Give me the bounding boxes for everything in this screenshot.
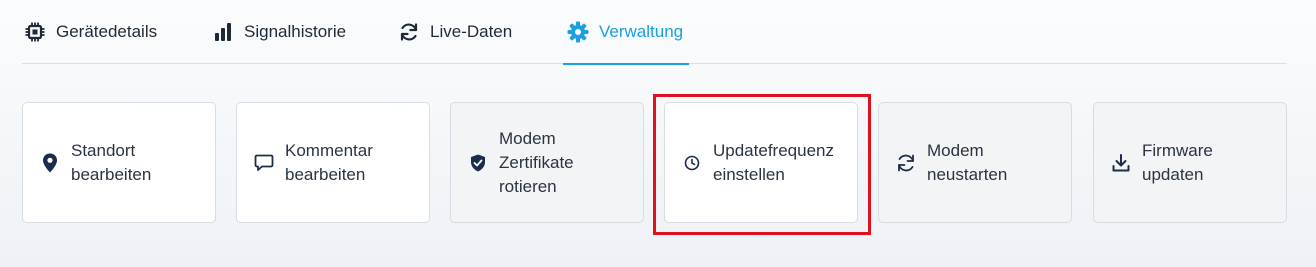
action-label: Kommentar bearbeiten: [285, 140, 373, 184]
tab-label: Verwaltung: [599, 22, 684, 41]
tab-verwaltung[interactable]: Verwaltung: [562, 0, 690, 65]
restart-icon: [895, 152, 917, 174]
updatefrequenz-einstellen-button[interactable]: Updatefrequenz einstellen: [664, 102, 858, 223]
kommentar-bearbeiten-button[interactable]: Kommentar bearbeiten: [236, 102, 430, 223]
standort-bearbeiten-button[interactable]: Standort bearbeiten: [22, 102, 216, 223]
comment-icon: [253, 152, 275, 174]
tab-geraetedetails[interactable]: Gerätedetails: [24, 0, 157, 64]
modem-neustarten-button[interactable]: Modem neustarten: [878, 102, 1072, 223]
refresh-icon: [398, 21, 420, 43]
chip-icon: [24, 21, 46, 43]
modem-zertifikate-rotieren-button[interactable]: Modem Zertifikate rotieren: [450, 102, 644, 223]
action-label: Updatefrequenz einstellen: [713, 140, 834, 184]
location-pin-icon: [39, 152, 61, 174]
tab-label: Live-Daten: [430, 22, 513, 41]
tab-signalhistorie[interactable]: Signalhistorie: [212, 0, 346, 64]
firmware-updaten-button[interactable]: Firmware updaten: [1093, 102, 1287, 223]
shield-check-icon: [467, 152, 489, 174]
action-label: Modem neustarten: [927, 140, 1008, 184]
tab-label: Gerätedetails: [56, 22, 158, 41]
tab-label: Signalhistorie: [244, 22, 347, 41]
gear-icon: [567, 21, 589, 43]
action-label: Modem Zertifikate rotieren: [499, 128, 574, 196]
action-label: Firmware updaten: [1142, 140, 1213, 184]
action-label: Standort bearbeiten: [71, 140, 152, 184]
tab-bar: Gerätedetails Signalhistorie Live-Daten: [22, 0, 1287, 65]
signal-bars-icon: [212, 21, 234, 43]
download-icon: [1110, 152, 1132, 174]
tab-live-daten[interactable]: Live-Daten: [398, 0, 512, 64]
clock-icon: [681, 152, 703, 174]
